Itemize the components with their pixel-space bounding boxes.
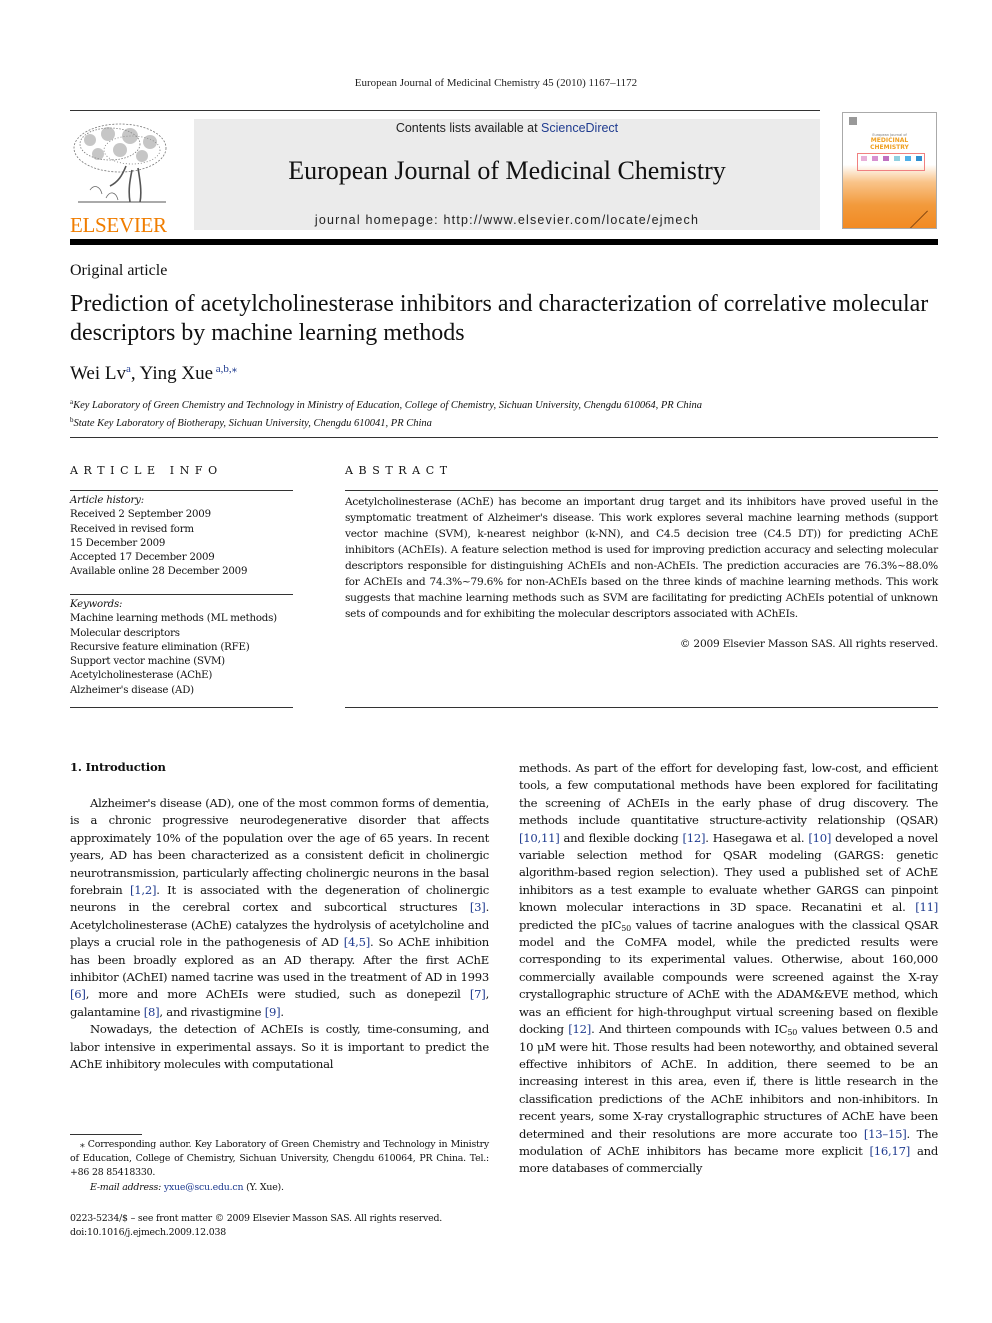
citation-link[interactable]: [10,11] (519, 831, 560, 845)
citation-link[interactable]: [1,2] (130, 883, 156, 897)
article-info-rule (70, 707, 293, 708)
corresponding-note: ⁎ Corresponding author. Key Laboratory o… (70, 1139, 489, 1179)
subscript: 50 (787, 1028, 798, 1038)
abstract-rule (345, 707, 938, 708)
header-rule (70, 110, 820, 111)
citation-link[interactable]: [4,5] (344, 935, 370, 949)
cover-title-line2: CHEMISTRY (870, 143, 909, 151)
keyword: Alzheimer's disease (AD) (70, 684, 194, 696)
elsevier-wordmark: ELSEVIER (70, 213, 167, 237)
journal-homepage-link[interactable]: journal homepage: http://www.elsevier.co… (194, 213, 820, 227)
author-name: Ying Xue (139, 363, 214, 384)
citation-link[interactable]: [9] (265, 1005, 281, 1019)
abstract-text: Acetylcholinesterase (AChE) has become a… (345, 496, 938, 620)
corresponding-author-footnote: ⁎ Corresponding author. Key Laboratory o… (70, 1138, 489, 1195)
cover-decoration (906, 210, 928, 228)
cover-swatch (860, 156, 867, 161)
elsevier-logo[interactable]: ELSEVIER (70, 120, 172, 236)
abstract-heading: ABSTRACT (345, 464, 453, 477)
footnote-rule (70, 1134, 142, 1135)
journal-banner: Contents lists available at ScienceDirec… (194, 119, 820, 230)
author-affil-link[interactable]: a (126, 363, 131, 375)
doi-link[interactable]: doi:10.1016/j.ejmech.2009.12.038 (70, 1226, 500, 1240)
affiliation-text: State Key Laboratory of Biotherapy, Sich… (73, 418, 432, 429)
keyword: Acetylcholinesterase (AChE) (70, 670, 213, 682)
contents-prefix: Contents lists available at (395, 121, 542, 135)
citation-link[interactable]: [7] (470, 987, 486, 1001)
history-label: Article history: (70, 495, 144, 506)
author-name: Wei Lv (70, 363, 126, 384)
citation-link[interactable]: [10] (808, 831, 831, 845)
email-link[interactable]: yxue@scu.edu.cn (164, 1182, 244, 1193)
body-column-right: methods. As part of the effort for devel… (519, 760, 938, 1178)
elsevier-tree-icon (70, 120, 170, 208)
citation-link[interactable]: [8] (144, 1005, 160, 1019)
journal-title: European Journal of Medicinal Chemistry (288, 156, 726, 185)
paragraph: methods. As part of the effort for devel… (519, 761, 939, 1176)
cover-swatch (871, 156, 878, 161)
affiliation-text: Key Laboratory of Green Chemistry and Te… (73, 400, 702, 411)
citation-link[interactable]: [12] (568, 1022, 591, 1036)
keyword: Support vector machine (SVM) (70, 656, 225, 668)
cover-swatch (882, 156, 889, 161)
keywords-label: Keywords: (70, 599, 123, 610)
cover-swatch (893, 156, 900, 161)
paragraph: Nowadays, the detection of AChEIs is cos… (70, 1022, 489, 1072)
citation-link[interactable]: [13–15] (864, 1127, 907, 1141)
journal-cover-thumbnail[interactable]: European Journal of MEDICINAL CHEMISTRY (842, 112, 937, 229)
keyword: Machine learning methods (ML methods) (70, 613, 277, 625)
author-affil-link[interactable]: a,b,⁎ (216, 363, 237, 375)
history-item: 15 December 2009 (70, 537, 166, 549)
email-suffix: (Y. Xue). (243, 1181, 284, 1193)
cover-image-strip (857, 153, 925, 171)
history-item: Received 2 September 2009 (70, 509, 211, 521)
section-heading-introduction: 1. Introduction (70, 760, 166, 774)
front-matter: 0223-5234/$ – see front matter © 2009 El… (70, 1212, 500, 1240)
article-title: Prediction of acetylcholinesterase inhib… (70, 291, 929, 346)
affiliations: aKey Laboratory of Green Chemistry and T… (70, 395, 702, 431)
running-head: European Journal of Medicinal Chemistry … (354, 77, 638, 89)
citation-link[interactable]: [11] (915, 900, 938, 914)
abstract-copyright: © 2009 Elsevier Masson SAS. All rights r… (679, 638, 938, 650)
keyword: Recursive feature elimination (RFE) (70, 641, 250, 653)
history-item: Accepted 17 December 2009 (70, 552, 215, 564)
article-info-rule (70, 490, 293, 491)
affiliation: bState Key Laboratory of Biotherapy, Sic… (70, 413, 702, 431)
issn-line: 0223-5234/$ – see front matter © 2009 El… (70, 1213, 443, 1224)
cover-logo-icon (849, 117, 857, 125)
citation-link[interactable]: [12] (682, 831, 705, 845)
body-column-left: Alzheimer's disease (AD), one of the mos… (70, 795, 489, 1074)
citation-link[interactable]: [16,17] (870, 1144, 911, 1158)
cover-title: MEDICINAL CHEMISTRY (843, 137, 936, 151)
subscript: 50 (621, 923, 631, 933)
keyword: Molecular descriptors (70, 627, 180, 639)
sciencedirect-link[interactable]: ScienceDirect (541, 121, 618, 135)
article-history: Article history: Received 2 September 20… (70, 494, 247, 580)
citation-link[interactable]: [6] (70, 987, 86, 1001)
author-list: Wei Lva, Ying Xue a,b,⁎ (70, 363, 238, 384)
article-info-rule (70, 594, 293, 595)
email-label: E-mail address: (90, 1181, 164, 1193)
citation-link[interactable]: [3] (470, 900, 486, 914)
history-item: Available online 28 December 2009 (70, 566, 248, 578)
article-type: Original article (70, 262, 168, 279)
cover-swatch (904, 156, 911, 161)
paragraph: Alzheimer's disease (AD), one of the mos… (70, 796, 489, 1019)
contents-line: Contents lists available at ScienceDirec… (194, 121, 820, 135)
history-item: Received in revised form (70, 523, 194, 535)
abstract-rule (345, 490, 938, 491)
header-thick-rule (70, 239, 938, 245)
section-rule (70, 437, 938, 438)
email-line: E-mail address: yxue@scu.edu.cn (Y. Xue)… (70, 1181, 489, 1195)
article-info-heading: ARTICLE INFO (70, 464, 223, 477)
cover-swatch (915, 156, 922, 161)
keywords: Keywords: Machine learning methods (ML m… (70, 598, 277, 698)
affiliation: aKey Laboratory of Green Chemistry and T… (70, 395, 702, 413)
